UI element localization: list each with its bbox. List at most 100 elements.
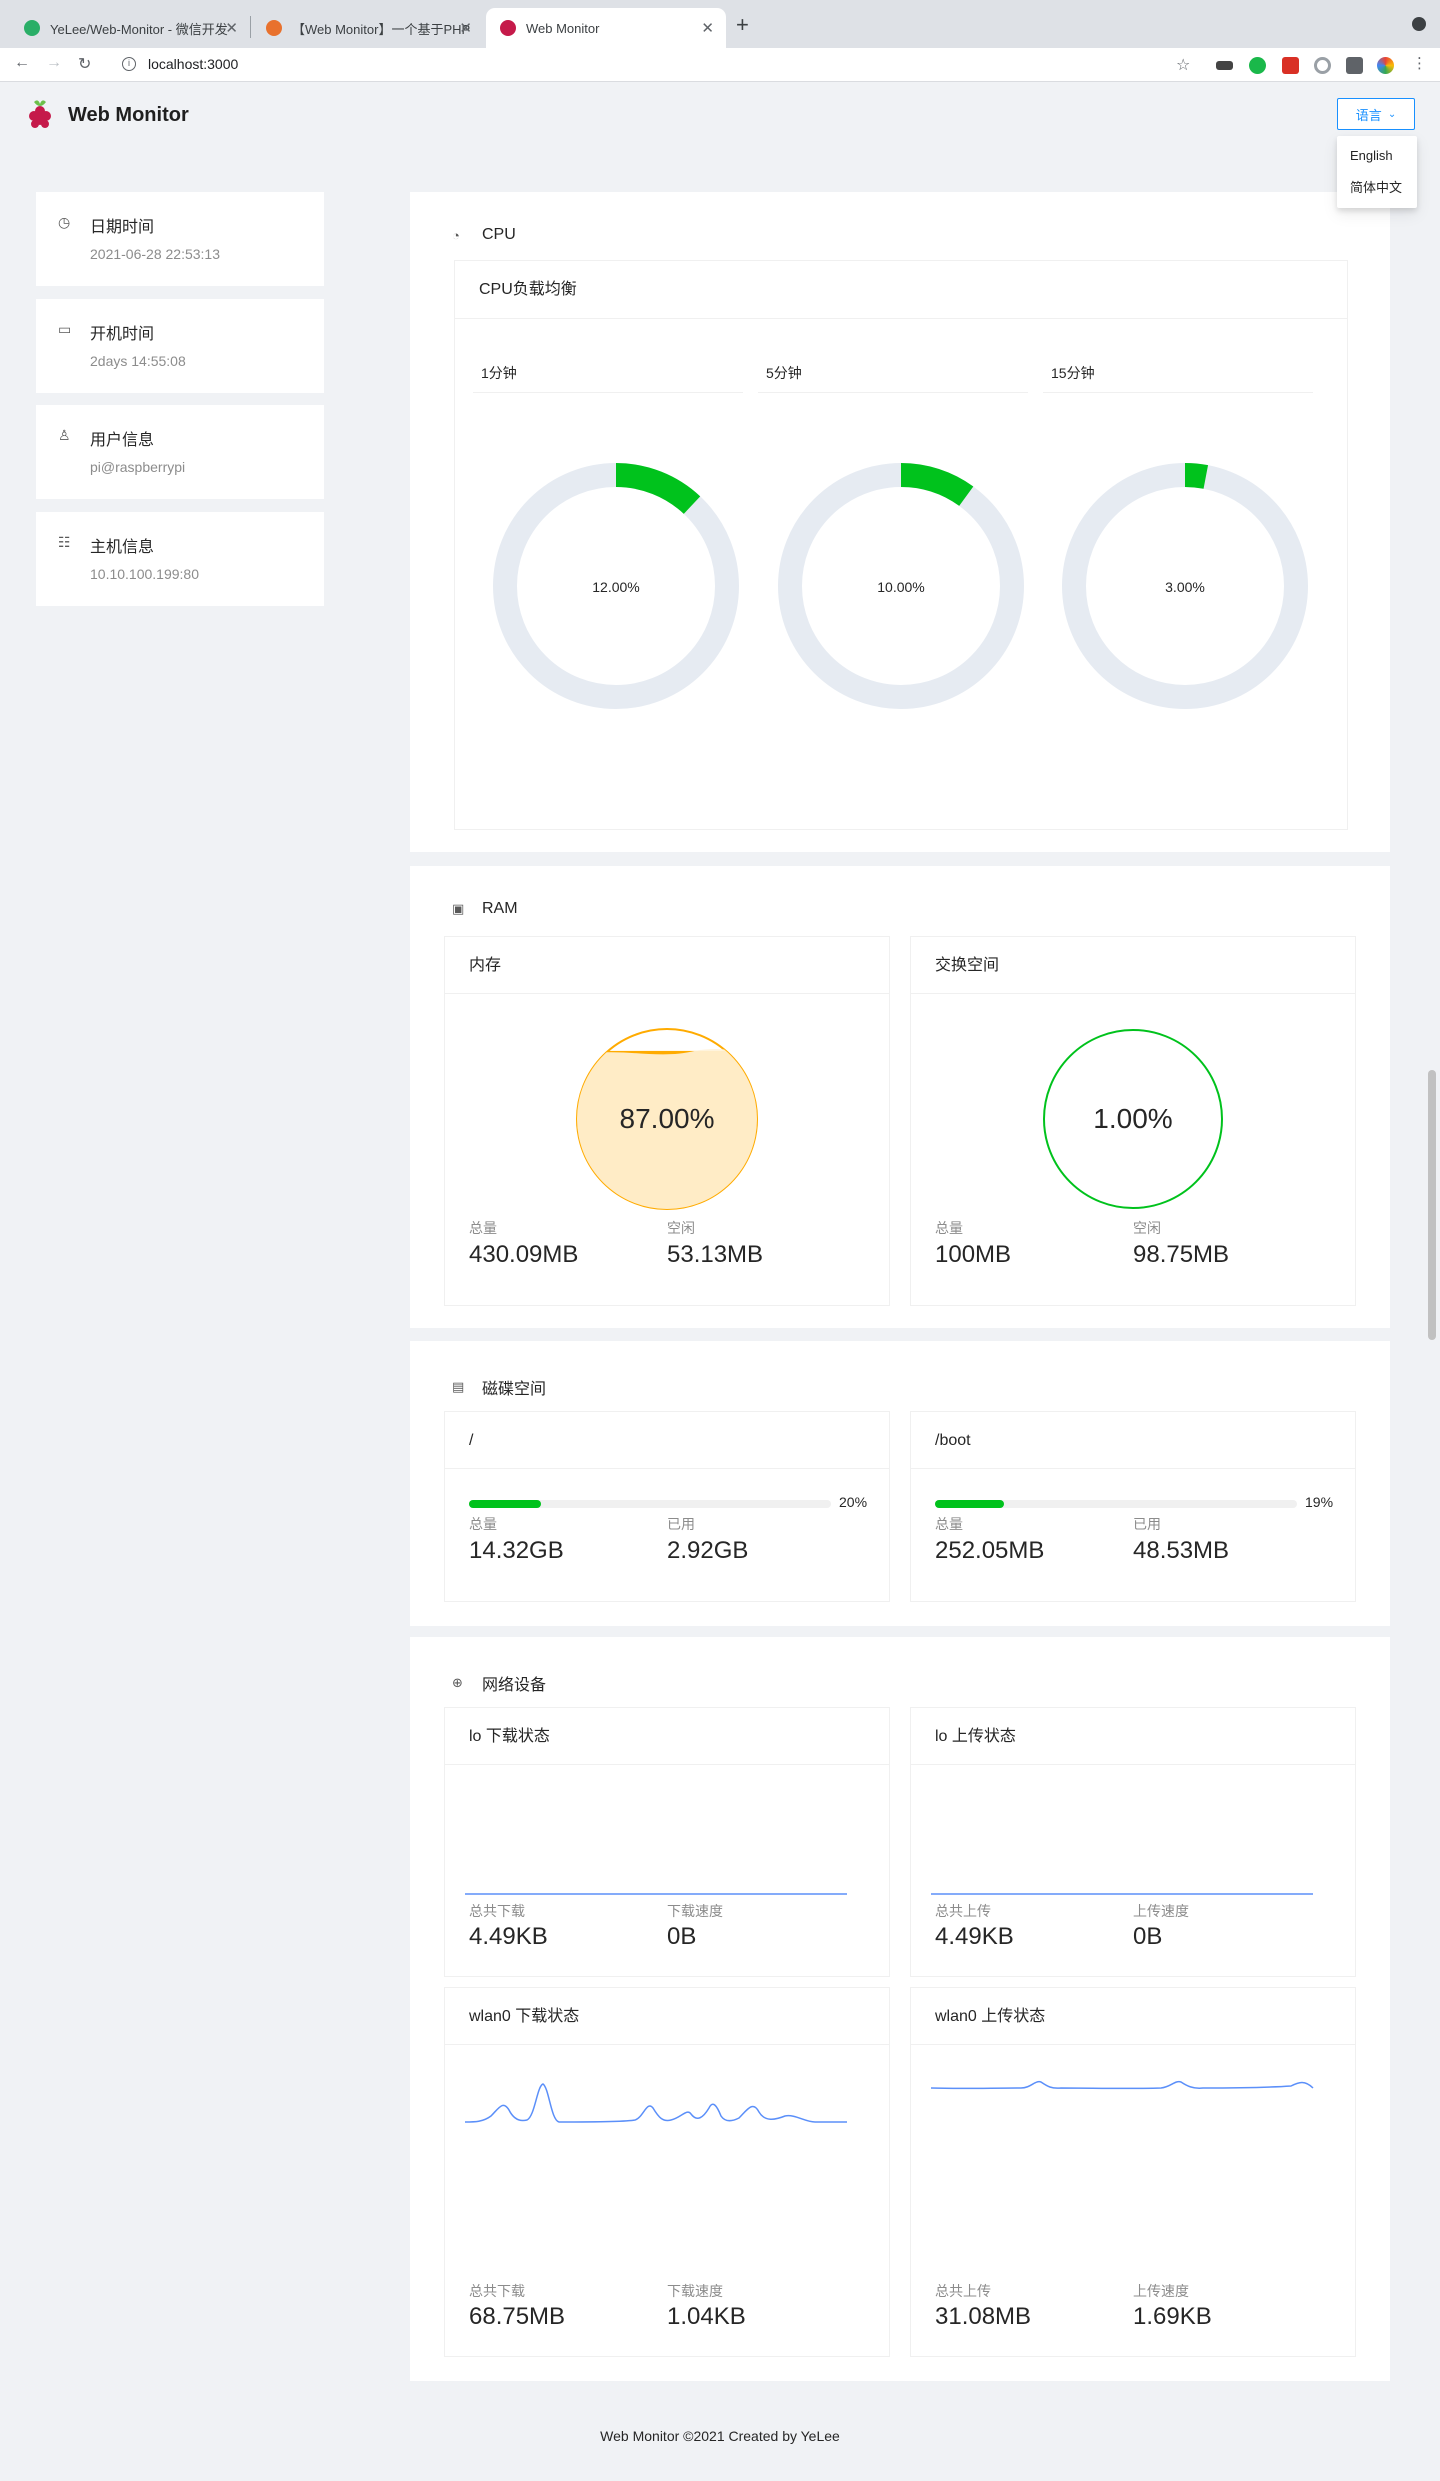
wlan0-download-line-chart	[465, 2083, 847, 2123]
cpu-section-title: CPU	[482, 226, 516, 243]
memory-free-value: 53.13MB	[667, 1241, 764, 1268]
disk-boot-used-label: 已用	[1133, 1516, 1161, 1532]
disk-section: ▤ 磁碟空间 / 20% 总量 14.32GB 已用 2.92GB /boot …	[410, 1341, 1390, 1626]
disk-card-title: /boot	[911, 1412, 1355, 1469]
swap-card: 交换空间 1.00% 总量 100MB 空闲 98.75MB	[910, 936, 1356, 1306]
sidebar-card-value: pi@raspberrypi	[90, 459, 186, 475]
wlan0-upload-total-value: 31.08MB	[935, 2303, 1032, 2330]
wlan0-upload-line-chart	[931, 2080, 1314, 2090]
language-menu: English 简体中文	[1337, 136, 1417, 208]
memory-card: 内存 87.00% 总量 430.09MB 空闲 53.13MB	[444, 936, 890, 1306]
info-icon[interactable]: i	[122, 57, 136, 71]
network-section-header: ⊕ 网络设备	[452, 1671, 546, 1695]
disk-root-used-label: 已用	[667, 1516, 695, 1532]
ram-section: ▣ RAM 内存 87.00% 总量 430.09MB 空闲 53.13MB 交…	[410, 866, 1390, 1328]
extensions-puzzle-icon[interactable]	[1346, 57, 1363, 74]
extension-glasses-icon[interactable]	[1216, 61, 1233, 70]
extension-check-icon[interactable]	[1249, 57, 1266, 74]
network-section: ⊕ 网络设备 lo 下载状态 总共下载 4.49KB 下载速度 0B lo 上传…	[410, 1637, 1390, 2381]
extension-pdf-icon[interactable]	[1282, 57, 1299, 74]
browser-tab-1[interactable]: YeLee/Web-Monitor - 微信开发 ✕	[10, 8, 250, 48]
new-tab-icon[interactable]: +	[736, 12, 749, 38]
close-icon[interactable]: ✕	[459, 19, 472, 37]
profile-avatar-icon[interactable]	[1377, 57, 1394, 74]
sidebar-card-value: 10.10.100.199:80	[90, 566, 199, 582]
ram-section-title: RAM	[482, 900, 518, 917]
language-dropdown-button[interactable]: 语言 ⌄	[1337, 98, 1415, 130]
memory-liquid-gauge: 87.00%	[576, 1028, 758, 1210]
tab-separator	[250, 16, 251, 38]
server-icon: ☷	[58, 534, 71, 550]
raspberry-logo-icon	[29, 100, 51, 128]
menu-kebab-icon[interactable]: ⋮	[1412, 54, 1427, 72]
bookmark-star-icon[interactable]: ☆	[1176, 55, 1190, 75]
network-card-wlan0-upload: wlan0 上传状态 总共上传 31.08MB 上传速度 1.69KB	[910, 1987, 1356, 2357]
cpu-section: ◔ CPU CPU负载均衡 1分钟 5分钟 15分钟 12.00% 10.00%…	[410, 192, 1390, 852]
forward-icon[interactable]: →	[46, 54, 62, 72]
cpu-load-card-title: CPU负载均衡	[455, 261, 1347, 319]
app-header: Web Monitor 语言 ⌄ English 简体中文	[0, 82, 1440, 208]
disk-card-title: /	[445, 1412, 889, 1469]
address-bar[interactable]: i localhost:3000	[108, 50, 1198, 78]
language-option-chinese[interactable]: 简体中文	[1337, 172, 1417, 204]
cpu-load-label-1min: 1分钟	[473, 353, 743, 393]
lo-upload-speed-value: 0B	[1133, 1923, 1163, 1950]
sidebar-card-host: ☷ 主机信息 10.10.100.199:80	[36, 512, 324, 606]
sidebar-card-title: 用户信息	[90, 432, 155, 449]
network-section-title: 网络设备	[482, 1677, 547, 1694]
disk-boot-total-value: 252.05MB	[935, 1537, 1045, 1564]
cpu-load-label-5min: 5分钟	[758, 353, 1028, 393]
user-icon: ♙	[58, 427, 71, 443]
sidebar-card-value: 2021-06-28 22:53:13	[90, 246, 220, 262]
wlan0-download-total-value: 68.75MB	[469, 2303, 566, 2330]
lo-upload-total-value: 4.49KB	[935, 1923, 1014, 1950]
disk-section-header: ▤ 磁碟空间	[452, 1375, 546, 1399]
url-text: localhost:3000	[148, 56, 239, 72]
cpu-load-ring-5min: 10.00%	[778, 463, 1024, 709]
cpu-load-label-15min: 15分钟	[1043, 353, 1313, 393]
disk-section-title: 磁碟空间	[482, 1381, 547, 1398]
language-option-english[interactable]: English	[1337, 140, 1417, 172]
disk-root-used-value: 2.92GB	[667, 1537, 749, 1564]
network-card-wlan0-download: wlan0 下载状态 总共下载 68.75MB 下载速度 1.04KB	[444, 1987, 890, 2357]
wechat-favicon-icon	[24, 20, 40, 36]
extension-circle-icon[interactable]	[1314, 57, 1331, 74]
lo-download-total-value: 4.49KB	[469, 1923, 548, 1950]
lo-upload-line-chart	[931, 1893, 1313, 1895]
reload-icon[interactable]: ↻	[78, 54, 91, 74]
cpu-load-value-15min: 3.00%	[1165, 579, 1205, 595]
page-scrollbar[interactable]	[1428, 1070, 1436, 1340]
sidebar-card-datetime: ◷ 日期时间 2021-06-28 22:53:13	[36, 192, 324, 286]
network-card-lo-upload: lo 上传状态 总共上传 4.49KB 上传速度 0B	[910, 1707, 1356, 1977]
disk-root-total-label: 总量	[469, 1516, 497, 1532]
tab-label: 【Web Monitor】一个基于PHP	[292, 21, 470, 37]
wlan0-upload-total-label: 总共上传	[935, 2283, 991, 2299]
raspberry-favicon-icon	[500, 20, 516, 36]
disk-root-progress	[469, 1500, 831, 1508]
cpu-load-card: CPU负载均衡 1分钟 5分钟 15分钟 12.00% 10.00% 3.00%	[454, 260, 1348, 830]
close-icon[interactable]: ✕	[701, 19, 714, 37]
browser-tab-2[interactable]: 【Web Monitor】一个基于PHP ✕	[252, 8, 484, 48]
browser-tab-3-active[interactable]: Web Monitor ✕	[486, 8, 726, 48]
close-icon[interactable]: ✕	[225, 19, 238, 37]
cpu-load-value-1min: 12.00%	[592, 579, 639, 595]
disk-card-boot: /boot 19% 总量 252.05MB 已用 48.53MB	[910, 1411, 1356, 1602]
network-card-title: lo 上传状态	[911, 1708, 1355, 1765]
swap-liquid-gauge: 1.00%	[1043, 1029, 1223, 1209]
cpu-load-value-5min: 10.00%	[877, 579, 924, 595]
sidebar-card-title: 主机信息	[90, 539, 155, 556]
disk-root-progress-fill	[469, 1500, 542, 1508]
network-card-title: wlan0 下载状态	[445, 1988, 889, 2045]
back-icon[interactable]: ←	[14, 54, 30, 72]
tab-search-icon[interactable]	[1412, 17, 1426, 31]
browser-tab-bar: YeLee/Web-Monitor - 微信开发 ✕ 【Web Monitor】…	[0, 0, 1440, 48]
chevron-down-icon: ⌄	[1387, 108, 1397, 120]
swap-total-label: 总量	[935, 1220, 963, 1236]
memory-percent: 87.00%	[620, 1103, 715, 1134]
wlan0-download-total-label: 总共下载	[469, 2283, 525, 2299]
disk-boot-used-value: 48.53MB	[1133, 1537, 1230, 1564]
disk-boot-total-label: 总量	[935, 1516, 963, 1532]
sidebar-card-title: 日期时间	[90, 219, 155, 236]
browser-toolbar: ← → ↻ i localhost:3000 ☆ ⋮	[0, 48, 1440, 82]
lo-download-speed-value: 0B	[667, 1923, 697, 1950]
